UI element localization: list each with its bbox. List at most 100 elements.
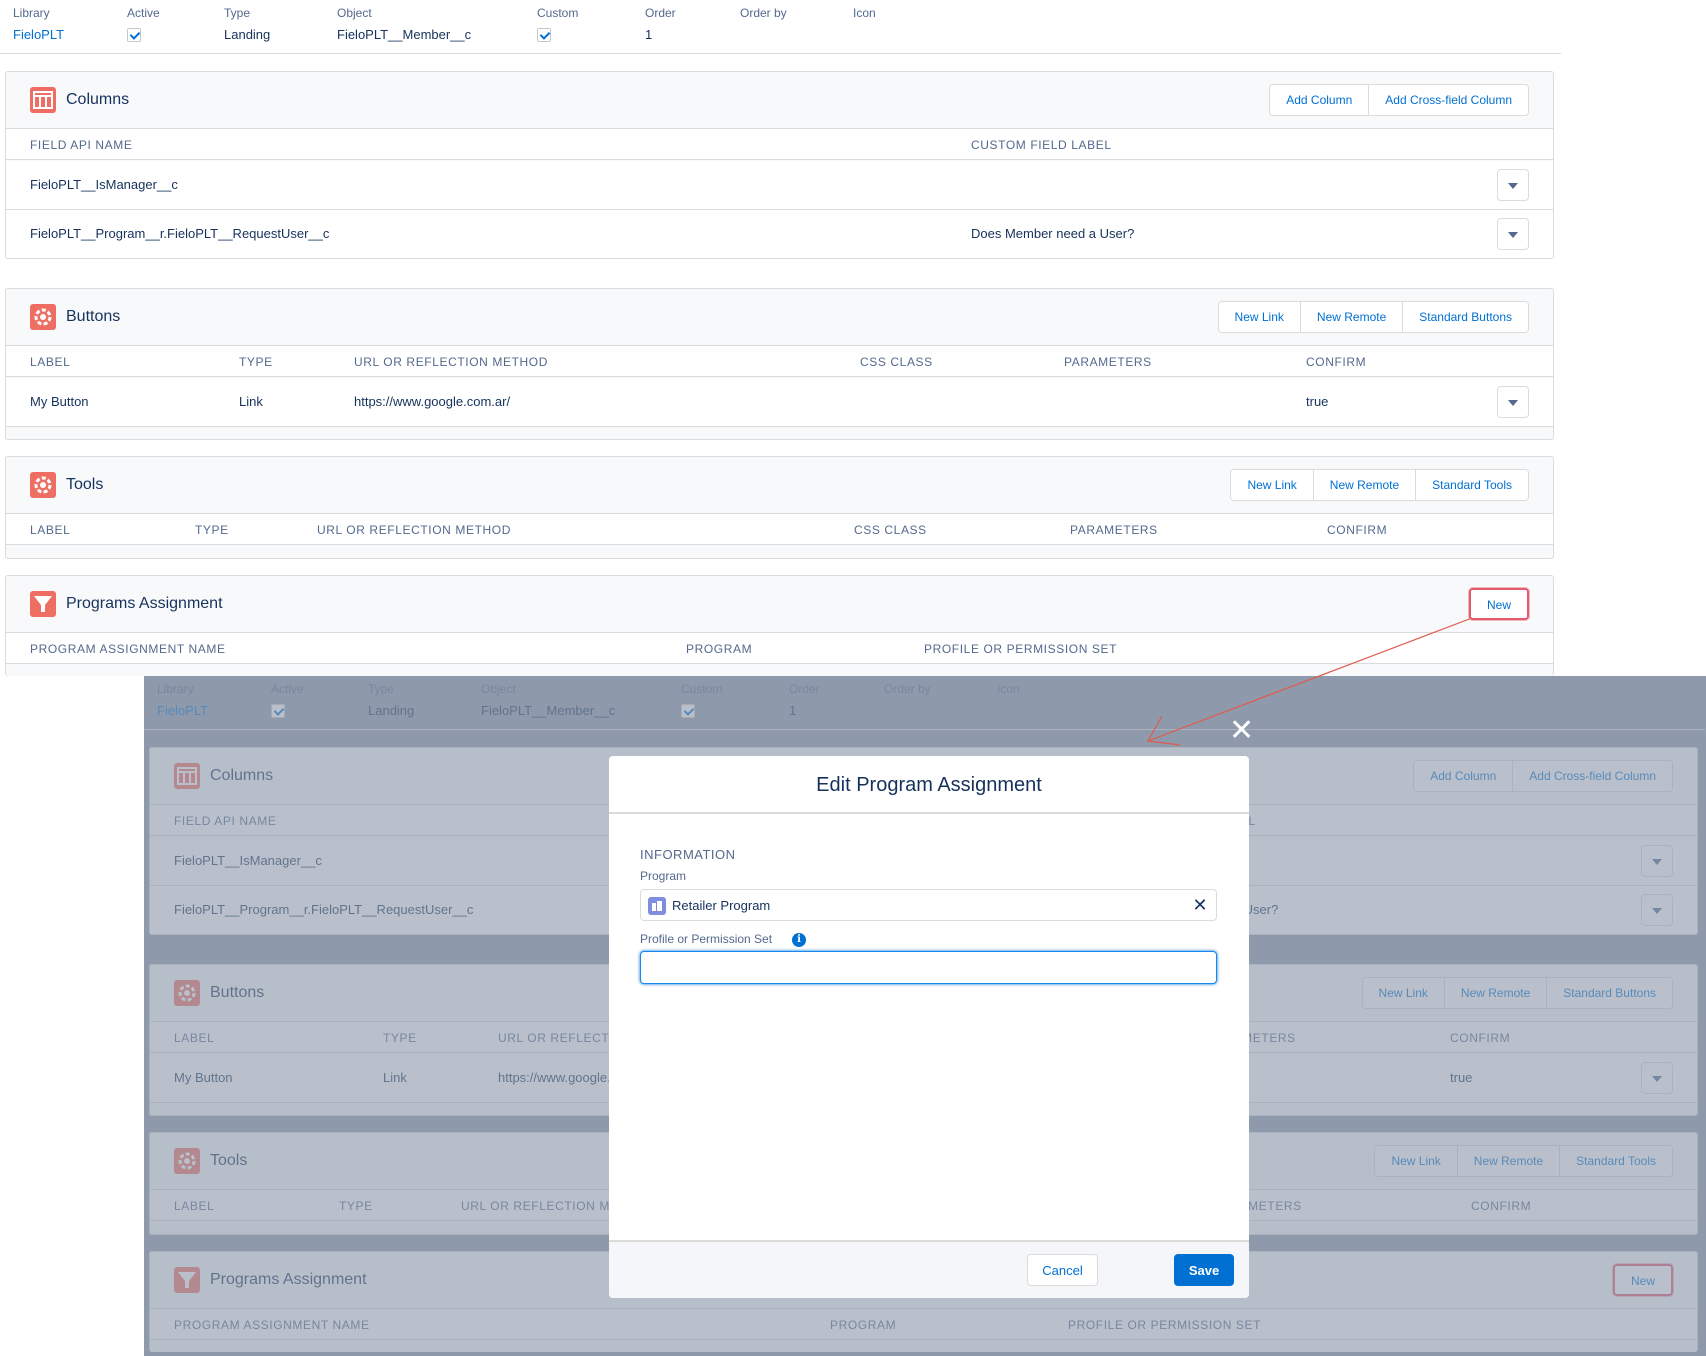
custom-label: Custom [537, 6, 579, 20]
columns-card-header: Columns Add Column Add Cross-field Colum… [6, 72, 1553, 127]
col-header-parameters: PARAMETERS [1064, 355, 1152, 369]
object-field: Object FieloPLT__Member__c [337, 5, 471, 43]
new-program-assignment-button[interactable]: New [1470, 590, 1527, 618]
custom-field-label-cell: Does Member need a User? [971, 226, 1135, 241]
table-row: FieloPLT__Program__r.FieloPLT__RequestUs… [6, 210, 1553, 258]
col-header-label: LABEL [30, 523, 71, 537]
gear-icon [174, 980, 200, 1006]
type-field: Type Landing [224, 5, 270, 43]
info-icon[interactable]: i [792, 933, 806, 947]
new-link-button[interactable]: New Link [1231, 470, 1314, 500]
new-program-assignment-button: New [1614, 1266, 1671, 1294]
row-actions-dropdown[interactable] [1497, 386, 1529, 418]
tools-card: Tools New Link New Remote Standard Tools… [5, 456, 1554, 559]
programs-card-title: Programs Assignment [66, 595, 223, 612]
programs-table-header: PROGRAM ASSIGNMENT NAME PROGRAM PROFILE … [6, 632, 1553, 664]
columns-table-header: FIELD API NAME CUSTOM FIELD LABEL [6, 128, 1553, 160]
col-header-program: PROGRAM [830, 1318, 897, 1332]
program-label: Program [640, 869, 687, 883]
col-header-url: URL OR REFLECTION METHOD [317, 523, 511, 537]
program-icon [648, 897, 666, 915]
close-icon[interactable]: ✕ [1229, 716, 1254, 746]
add-cross-field-column-button: Add Cross-field Column [1513, 761, 1672, 791]
col-header-type: TYPE [239, 355, 273, 369]
label-cell: My Button [174, 1070, 233, 1085]
field-api-name-cell: FieloPLT__Program__r.FieloPLT__RequestUs… [174, 902, 474, 917]
row-actions-dropdown[interactable] [1497, 169, 1529, 201]
buttons-card-title: Buttons [210, 984, 265, 1001]
order-field: Order 1 [789, 681, 820, 719]
col-header-program-assignment-name: PROGRAM ASSIGNMENT NAME [174, 1318, 370, 1332]
edit-program-assignment-modal: Edit Program Assignment INFORMATION Prog… [609, 756, 1249, 1298]
object-value: FieloPLT__Member__c [481, 703, 616, 718]
add-column-button[interactable]: Add Column [1270, 85, 1370, 115]
col-header-confirm: CONFIRM [1450, 1031, 1511, 1045]
library-link[interactable]: FieloPLT [13, 26, 64, 43]
col-header-css-class: CSS CLASS [860, 355, 933, 369]
columns-actions: Add Column Add Cross-field Column [1413, 760, 1673, 792]
custom-checkbox [681, 704, 695, 718]
new-remote-button[interactable]: New Remote [1300, 302, 1404, 332]
program-value: Retailer Program [672, 898, 771, 913]
columns-card-title: Columns [66, 91, 130, 108]
add-cross-field-column-button[interactable]: Add Cross-field Column [1369, 85, 1528, 115]
custom-checkbox [537, 28, 551, 42]
field-api-name-cell: FieloPLT__IsManager__c [30, 177, 178, 192]
new-remote-button[interactable]: New Remote [1313, 470, 1417, 500]
col-header-confirm: CONFIRM [1306, 355, 1367, 369]
standard-buttons-button: Standard Buttons [1547, 978, 1672, 1008]
table-icon [174, 763, 200, 789]
profile-or-permission-set-input[interactable] [640, 951, 1217, 984]
icon-field: Icon [853, 5, 876, 22]
icon-label: Icon [853, 6, 876, 20]
new-remote-button: New Remote [1457, 1146, 1561, 1176]
object-label: Object [337, 6, 372, 20]
new-link-button[interactable]: New Link [1218, 302, 1301, 332]
type-value: Landing [368, 703, 415, 718]
library-label: Library [13, 6, 50, 20]
type-label: Type [224, 6, 251, 20]
standard-buttons-button[interactable]: Standard Buttons [1403, 302, 1528, 332]
record-header: Library FieloPLT Active Type Landing Obj… [0, 0, 1561, 54]
order-value: 1 [645, 27, 653, 42]
funnel-icon [30, 591, 56, 617]
buttons-actions: New Link New Remote Standard Buttons [1361, 977, 1673, 1009]
col-header-type: TYPE [383, 1031, 417, 1045]
object-field: Object FieloPLT__Member__c [481, 681, 615, 719]
url-cell: https://www.google.com.ar/ [354, 394, 511, 409]
object-value: FieloPLT__Member__c [337, 27, 472, 42]
col-header-program: PROGRAM [686, 642, 753, 656]
standard-tools-button[interactable]: Standard Tools [1416, 470, 1528, 500]
columns-card: Columns Add Column Add Cross-field Colum… [5, 71, 1554, 259]
library-label: Library [157, 682, 194, 696]
icon-label: Icon [997, 682, 1020, 696]
col-header-type: TYPE [195, 523, 229, 537]
tools-table-header: LABEL TYPE URL OR REFLECTION METHOD CSS … [6, 513, 1553, 545]
remove-program-icon[interactable]: ✕ [1190, 895, 1210, 915]
type-field: Type Landing [368, 681, 414, 719]
cancel-button[interactable]: Cancel [1027, 1254, 1098, 1286]
row-actions-dropdown [1641, 1062, 1673, 1094]
col-header-label: LABEL [174, 1199, 215, 1213]
buttons-card-title: Buttons [66, 308, 121, 325]
object-label: Object [481, 682, 516, 696]
save-button[interactable]: Save [1174, 1254, 1234, 1286]
columns-card-title: Columns [210, 767, 274, 784]
active-checkbox [271, 704, 285, 718]
type-cell: Link [239, 394, 263, 409]
new-link-button: New Link [1362, 978, 1445, 1008]
row-actions-dropdown [1641, 894, 1673, 926]
col-header-url: URL OR REFLECTION METHOD [354, 355, 548, 369]
buttons-table-header: LABEL TYPE URL OR REFLECTION METHOD CSS … [6, 345, 1553, 377]
program-lookup[interactable]: Retailer Program ✕ [640, 889, 1217, 921]
confirm-cell: true [1306, 394, 1329, 409]
col-header-field-api-name: FIELD API NAME [30, 138, 133, 152]
custom-label: Custom [681, 682, 723, 696]
buttons-card: Buttons New Link New Remote Standard But… [5, 288, 1554, 440]
row-actions-dropdown[interactable] [1497, 218, 1529, 250]
active-field: Active [271, 681, 304, 719]
gear-icon [30, 472, 56, 498]
row-actions-dropdown [1641, 845, 1673, 877]
library-link: FieloPLT [157, 703, 209, 718]
programs-card-title: Programs Assignment [210, 1271, 367, 1288]
